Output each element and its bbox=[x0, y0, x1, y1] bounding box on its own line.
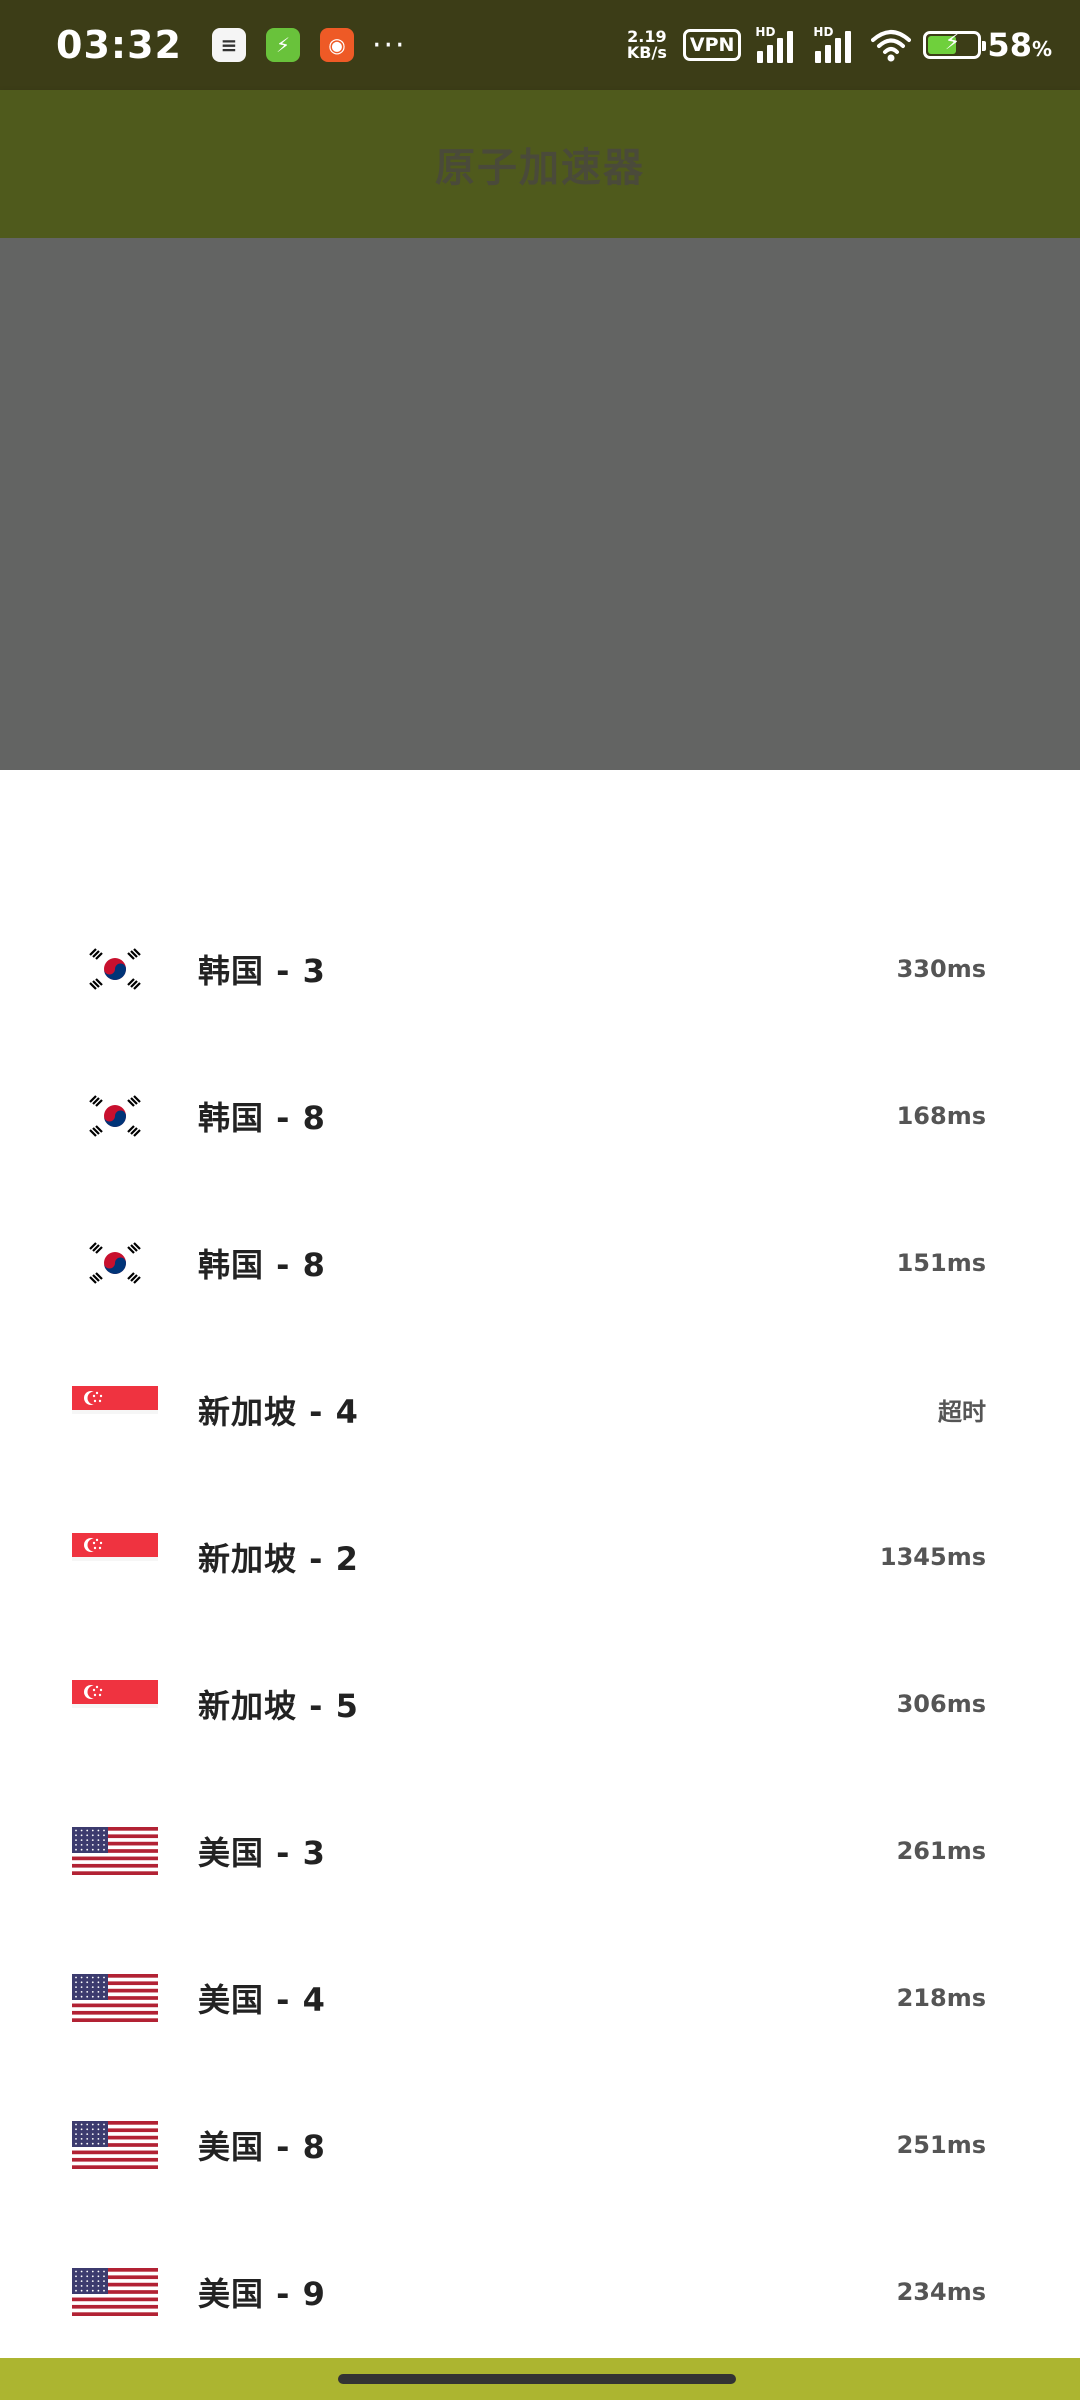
server-latency: 251ms bbox=[896, 2130, 986, 2159]
vpn-icon: VPN bbox=[682, 29, 742, 61]
dim-overlay[interactable] bbox=[0, 238, 1080, 770]
battery-icon: ⚡ bbox=[923, 30, 987, 59]
server-name: 韩国 - 8 bbox=[198, 1245, 326, 1284]
korea-flag-icon bbox=[72, 944, 158, 993]
usa-flag-icon bbox=[72, 2120, 158, 2169]
server-select-sheet: 韩国 - 3 330ms 韩国 - 8 168ms 韩国 - 8 151ms 新加坡 - 4… bbox=[0, 770, 1080, 2358]
server-name: 新加坡 - 2 bbox=[198, 1539, 359, 1578]
server-latency: 261ms bbox=[896, 1836, 986, 1865]
korea-flag-icon bbox=[72, 1091, 158, 1140]
server-item[interactable]: 新加坡 - 5 306ms bbox=[0, 1630, 1080, 1777]
server-latency: 151ms bbox=[896, 1248, 986, 1277]
server-name: 新加坡 - 5 bbox=[198, 1686, 359, 1725]
server-name: 韩国 - 3 bbox=[198, 951, 326, 990]
hd-label-2: HD bbox=[813, 25, 834, 39]
browser-app-icon: ◉ bbox=[319, 28, 354, 62]
server-name: 美国 - 4 bbox=[198, 1980, 326, 2019]
status-bar: 03:32 ≡ ⚡ ◉ ··· 2.19 KB/s VPN HD HD ⚡ 58… bbox=[0, 0, 1080, 90]
server-latency: 1345ms bbox=[879, 1542, 986, 1571]
wifi-icon bbox=[871, 30, 912, 62]
singapore-flag-icon bbox=[72, 1532, 158, 1581]
server-item[interactable]: 美国 - 4 218ms bbox=[0, 1924, 1080, 2071]
server-name: 美国 - 8 bbox=[198, 2127, 326, 2166]
battery-percent: 58% bbox=[987, 26, 1052, 64]
server-list: 韩国 - 3 330ms 韩国 - 8 168ms 韩国 - 8 151ms 新加坡 - 4… bbox=[0, 895, 1080, 2365]
server-latency: 168ms bbox=[896, 1101, 986, 1130]
server-latency: 306ms bbox=[896, 1689, 986, 1718]
usa-flag-icon bbox=[72, 1826, 158, 1875]
korea-flag-icon bbox=[72, 1238, 158, 1287]
server-item[interactable]: 新加坡 - 2 1345ms bbox=[0, 1483, 1080, 1630]
server-latency: 234ms bbox=[896, 2277, 986, 2306]
notes-app-icon: ≡ bbox=[211, 28, 246, 62]
server-latency: 218ms bbox=[896, 1983, 986, 2012]
server-item[interactable]: 新加坡 - 4 超时 bbox=[0, 1336, 1080, 1483]
server-item[interactable]: 美国 - 9 234ms bbox=[0, 2218, 1080, 2365]
home-gesture-handle[interactable] bbox=[338, 2374, 736, 2384]
usa-flag-icon bbox=[72, 1973, 158, 2022]
server-latency: 330ms bbox=[896, 954, 986, 983]
server-name: 美国 - 3 bbox=[198, 1833, 326, 1872]
status-right: 2.19 KB/s VPN HD HD ⚡ 58% bbox=[625, 25, 1052, 64]
usa-flag-icon bbox=[72, 2267, 158, 2316]
network-speed: 2.19 KB/s bbox=[625, 29, 669, 61]
app-bar: 原子加速器 bbox=[0, 90, 1080, 238]
server-name: 韩国 - 8 bbox=[198, 1098, 326, 1137]
navigation-bar bbox=[0, 2358, 1080, 2400]
server-item[interactable]: 韩国 - 8 151ms bbox=[0, 1189, 1080, 1336]
charge-app-icon: ⚡ bbox=[265, 28, 300, 62]
server-name: 新加坡 - 4 bbox=[198, 1392, 359, 1431]
charging-bolt-icon: ⚡ bbox=[944, 30, 961, 55]
server-name: 美国 - 9 bbox=[198, 2274, 326, 2313]
signal-icon: HD bbox=[755, 25, 799, 63]
server-item[interactable]: 韩国 - 3 330ms bbox=[0, 895, 1080, 1042]
status-time: 03:32 bbox=[56, 23, 182, 67]
server-item[interactable]: 美国 - 8 251ms bbox=[0, 2071, 1080, 2218]
server-latency: 超时 bbox=[938, 1398, 986, 1426]
network-speed-unit: KB/s bbox=[626, 43, 667, 62]
more-notifications-icon: ··· bbox=[371, 27, 407, 63]
signal-icon-2: HD bbox=[813, 25, 857, 63]
server-item[interactable]: 美国 - 3 261ms bbox=[0, 1777, 1080, 1924]
hd-label: HD bbox=[755, 25, 776, 39]
server-item[interactable]: 韩国 - 8 168ms bbox=[0, 1042, 1080, 1189]
singapore-flag-icon bbox=[72, 1679, 158, 1728]
app-title: 原子加速器 bbox=[435, 145, 645, 191]
singapore-flag-icon bbox=[72, 1385, 158, 1434]
